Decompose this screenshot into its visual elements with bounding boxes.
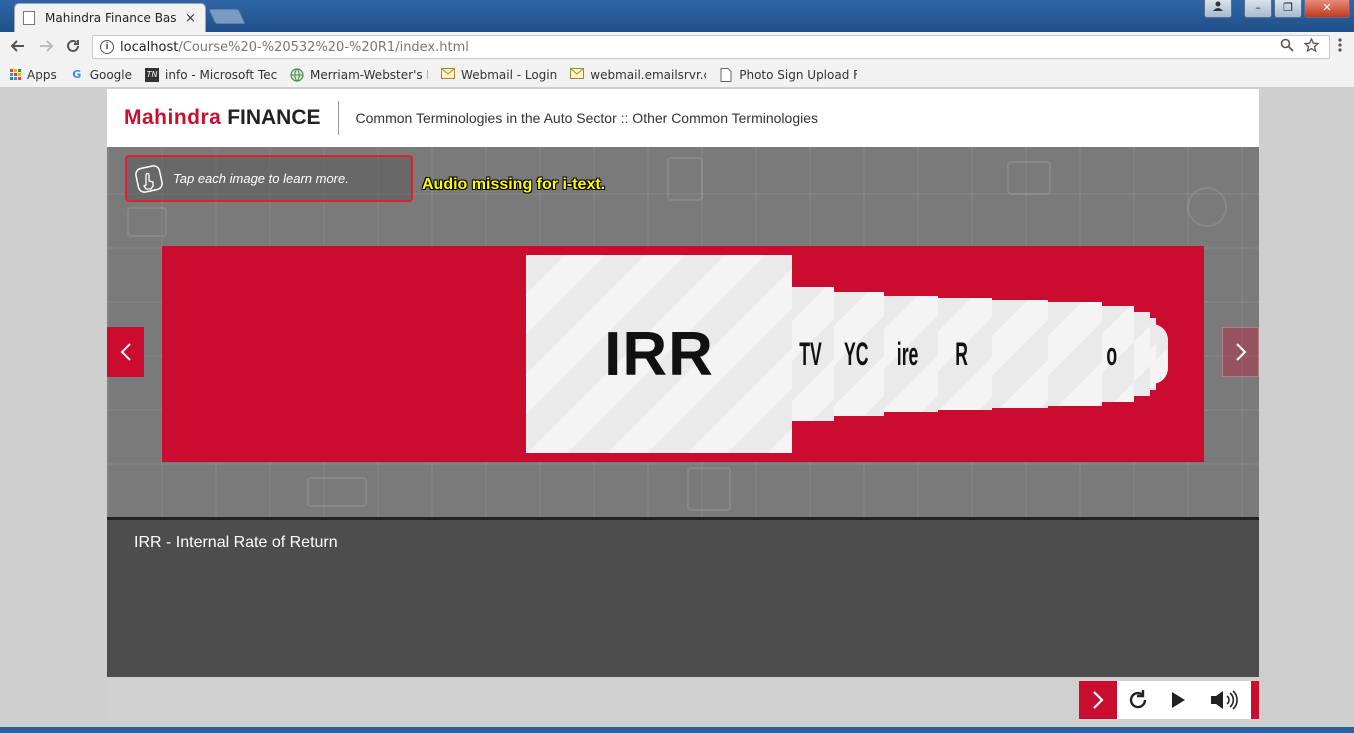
envelope-icon: [441, 67, 456, 82]
maximize-button[interactable]: ❐: [1274, 0, 1302, 18]
carousel-card-active[interactable]: IRR: [526, 255, 792, 453]
active-card-label: IRR: [604, 319, 714, 389]
background-pattern-icon: [307, 477, 367, 507]
background-pattern-icon: [1187, 187, 1227, 227]
bookmark-apps[interactable]: Apps: [10, 68, 57, 82]
technet-icon: TN: [145, 67, 160, 82]
star-icon[interactable]: [1303, 36, 1320, 57]
carousel-card[interactable]: ire: [878, 296, 938, 412]
close-window-button[interactable]: ✕: [1304, 0, 1350, 18]
replay-icon: [1129, 690, 1147, 709]
document-icon: [719, 67, 733, 82]
envelope-icon: [570, 67, 585, 82]
carousel-card[interactable]: TV: [786, 287, 834, 421]
profile-button[interactable]: [1204, 0, 1232, 18]
play-icon: [1172, 692, 1185, 708]
replay-button[interactable]: [1117, 681, 1159, 719]
bookmarks-bar: Apps G Google TN info - Microsoft Tech M…: [0, 62, 1354, 88]
window-controls: – ❐ ✕: [1204, 0, 1350, 18]
bookmark-photo-sign-upload[interactable]: Photo Sign Upload Fo: [719, 67, 857, 82]
globe-icon: [290, 67, 304, 82]
tap-hand-icon: [135, 164, 163, 193]
course-player: Mahindra FINANCE Common Terminologies in…: [107, 89, 1259, 733]
tab-title: Mahindra Finance Basics: [45, 11, 177, 25]
forward-arrow-icon[interactable]: [38, 38, 54, 58]
instruction-box: Tap each image to learn more.: [125, 155, 413, 202]
chevron-right-icon: [1235, 343, 1246, 361]
address-bar[interactable]: i localhost/Course%20-%20532%20-%20R1/in…: [92, 35, 1330, 59]
audio-missing-note: Audio missing for i-text.: [422, 176, 606, 193]
profile-icon: [1213, 1, 1223, 11]
mahindra-finance-logo: Mahindra FINANCE: [124, 106, 321, 129]
play-button[interactable]: [1159, 681, 1197, 719]
apps-grid-icon: [10, 69, 21, 80]
minimize-button[interactable]: –: [1244, 0, 1272, 18]
term-definition: IRR - Internal Rate of Return: [134, 534, 338, 551]
background-pattern-icon: [687, 467, 731, 511]
site-info-icon[interactable]: i: [100, 40, 114, 54]
speaker-icon: [1211, 690, 1238, 710]
page-viewport: Mahindra FINANCE Common Terminologies in…: [0, 89, 1354, 733]
player-controls: [1079, 681, 1259, 719]
term-carousel: TV YC ire R o IRR: [162, 246, 1204, 462]
bookmark-microsoft-tech[interactable]: TN info - Microsoft Tech: [145, 67, 277, 82]
chevron-left-icon: [120, 343, 131, 361]
bookmark-webmail-emailsrvr[interactable]: webmail.emailsrvr.cor: [570, 67, 706, 82]
carousel-card[interactable]: R: [932, 298, 992, 410]
new-tab-button[interactable]: [208, 9, 246, 24]
term-info-panel: IRR - Internal Rate of Return: [107, 517, 1259, 677]
controls-edge: [1251, 681, 1259, 719]
reload-icon[interactable]: [65, 38, 81, 58]
carousel-card[interactable]: YC: [828, 292, 884, 416]
header-divider: [337, 101, 339, 135]
tab-close-icon[interactable]: ×: [185, 11, 196, 26]
carousel-next-button[interactable]: [1222, 327, 1259, 377]
browser-titlebar: Mahindra Finance Basics × – ❐ ✕: [0, 0, 1354, 32]
browser-tab[interactable]: Mahindra Finance Basics ×: [14, 3, 206, 32]
google-icon: G: [72, 67, 82, 81]
next-slide-button[interactable]: [1079, 681, 1117, 719]
browser-toolbar: i localhost/Course%20-%20532%20-%20R1/in…: [0, 32, 1354, 62]
os-taskbar: [0, 727, 1354, 733]
magnifier-icon[interactable]: [1280, 38, 1294, 56]
url-text: localhost/Course%20-%20532%20-%20R1/inde…: [120, 39, 469, 55]
instruction-text: Tap each image to learn more.: [173, 171, 349, 186]
course-header: Mahindra FINANCE Common Terminologies in…: [107, 89, 1259, 147]
bookmark-webmail-login[interactable]: Webmail - Login: [441, 67, 557, 82]
bookmark-google[interactable]: G Google: [70, 68, 132, 82]
chevron-right-icon: [1093, 691, 1104, 709]
menu-dots-icon[interactable]: [1338, 37, 1348, 53]
bookmark-merriam-webster[interactable]: Merriam-Webster's Le: [290, 68, 428, 82]
background-pattern-icon: [1007, 161, 1051, 195]
page-favicon-icon: [23, 11, 35, 25]
content-stage: Tap each image to learn more. Audio miss…: [107, 147, 1259, 519]
carousel-prev-button[interactable]: [107, 327, 144, 377]
course-title: Common Terminologies in the Auto Sector …: [355, 110, 819, 126]
background-pattern-icon: [667, 157, 703, 201]
audio-button[interactable]: [1197, 681, 1251, 719]
background-pattern-icon: [127, 207, 167, 237]
back-arrow-icon[interactable]: [10, 38, 26, 58]
carousel-card[interactable]: [988, 300, 1048, 408]
carousel-card[interactable]: [1042, 302, 1102, 406]
